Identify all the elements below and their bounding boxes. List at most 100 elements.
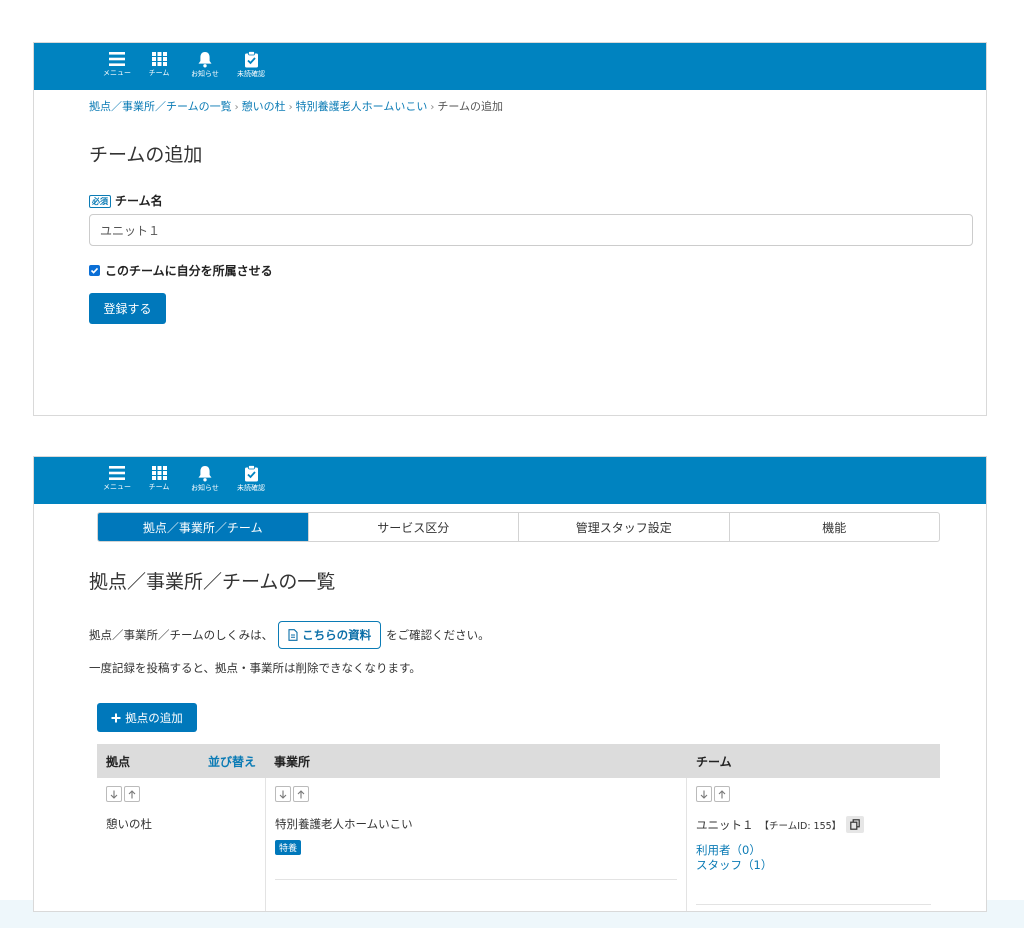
arrow-up-icon <box>297 789 305 798</box>
join-team-checkbox[interactable] <box>89 265 100 276</box>
arrow-up-icon <box>718 789 726 798</box>
nav-team-label: チーム <box>148 69 170 77</box>
nav-notifications-label: お知らせ <box>191 70 219 78</box>
grid-icon <box>151 466 167 480</box>
team-reorder-buttons <box>696 786 931 802</box>
tab-service-category[interactable]: サービス区分 <box>307 513 519 541</box>
nav-unread-label: 未読確認 <box>237 70 265 78</box>
tab-features[interactable]: 機能 <box>728 513 940 541</box>
table-header: 拠点 並び替え 事業所 チーム <box>97 744 940 778</box>
breadcrumb: 拠点／事業所／チームの一覧 › 憩いの杜 › 特別養護老人ホームいこい › チームの追加 <box>89 98 503 114</box>
settings-tabs: 拠点／事業所／チーム サービス区分 管理スタッフ設定 機能 <box>97 512 940 542</box>
add-team-panel: メニュー チーム お知らせ 未読確認 拠点／事業所／チームの一覧 › 憩いの杜 › 特別… <box>33 42 987 416</box>
team-divider <box>696 904 931 905</box>
move-down-button[interactable] <box>106 786 122 802</box>
base-reorder-buttons <box>106 786 256 802</box>
clipboard-check-icon <box>244 51 258 68</box>
nav-unread[interactable]: 未読確認 <box>234 51 268 79</box>
nav-menu[interactable]: メニュー <box>100 465 134 492</box>
breadcrumb-list-link[interactable]: 拠点／事業所／チームの一覧 <box>89 100 232 113</box>
move-up-button[interactable] <box>293 786 309 802</box>
menu-icon <box>109 466 125 480</box>
info-line: 拠点／事業所／チームのしくみは、 こちらの資料 をご確認ください。 <box>89 621 490 649</box>
team-links: 利用者（0） スタッフ（1） <box>696 843 931 873</box>
arrow-down-icon <box>700 790 708 799</box>
add-base-button[interactable]: 拠点の追加 <box>97 703 197 732</box>
copy-team-id-button[interactable] <box>846 816 865 833</box>
sort-link[interactable]: 並び替え <box>208 753 256 770</box>
move-up-button[interactable] <box>124 786 140 802</box>
info-prefix: 拠点／事業所／チームのしくみは、 <box>89 628 274 642</box>
office-divider <box>275 879 677 880</box>
breadcrumb-office-link[interactable]: 特別養護老人ホームいこい <box>296 100 428 113</box>
copy-icon <box>850 819 860 830</box>
nav-team[interactable]: チーム <box>142 465 176 492</box>
nav-menu-label: メニュー <box>103 483 131 491</box>
bell-icon <box>198 466 212 482</box>
base-office-team-table: 拠点 並び替え 事業所 チーム 憩いの杜 特別養護老人ホームいこい 特養 ユニッ… <box>97 744 940 911</box>
breadcrumb-current: チームの追加 <box>437 100 504 113</box>
team-name-label: 必須 チーム名 <box>89 192 163 209</box>
join-team-checkbox-label: このチームに自分を所属させる <box>105 264 273 278</box>
delete-notice: 一度記録を投稿すると、拠点・事業所は削除できなくなります。 <box>89 661 421 675</box>
breadcrumb-separator: › <box>430 102 435 113</box>
nav-team-label: チーム <box>148 483 170 491</box>
breadcrumb-base-link[interactable]: 憩いの杜 <box>242 100 286 113</box>
page-title: チームの追加 <box>89 144 203 166</box>
office-name: 特別養護老人ホームいこい <box>275 817 413 831</box>
nav-unread[interactable]: 未読確認 <box>234 465 268 493</box>
clipboard-check-icon <box>244 465 258 482</box>
menu-icon <box>109 52 125 66</box>
team-name-input[interactable] <box>89 214 973 246</box>
team-name-label-text: チーム名 <box>115 194 163 208</box>
base-name: 憩いの杜 <box>106 817 152 831</box>
team-id: 【チームID: 155】 <box>759 820 842 832</box>
team-line: ユニット１ 【チームID: 155】 <box>696 816 931 833</box>
top-nav-bar: メニュー チーム お知らせ 未読確認 <box>34 457 986 504</box>
team-name: ユニット１ <box>696 817 754 832</box>
nav-team[interactable]: チーム <box>142 51 176 78</box>
base-cell: 憩いの杜 <box>97 778 265 911</box>
move-up-button[interactable] <box>714 786 730 802</box>
nav-notifications[interactable]: お知らせ <box>188 51 222 79</box>
info-suffix: をご確認ください。 <box>386 628 490 642</box>
breadcrumb-separator: › <box>234 102 239 113</box>
bell-icon <box>198 52 212 68</box>
move-down-button[interactable] <box>275 786 291 802</box>
header-team: チーム <box>696 754 732 769</box>
document-link-button[interactable]: こちらの資料 <box>278 621 382 649</box>
grid-icon <box>151 52 167 66</box>
move-down-button[interactable] <box>696 786 712 802</box>
office-cell: 特別養護老人ホームいこい 特養 <box>265 778 687 911</box>
staff-link[interactable]: スタッフ（1） <box>696 858 931 873</box>
nav-notifications[interactable]: お知らせ <box>188 465 222 493</box>
header-office: 事業所 <box>274 754 311 769</box>
header-base: 拠点 <box>106 754 131 769</box>
team-cell: ユニット１ 【チームID: 155】 利用者（0） スタッフ（1） <box>687 778 940 911</box>
table-row: 憩いの杜 特別養護老人ホームいこい 特養 ユニット１ 【チームID: 155】 … <box>97 778 940 911</box>
arrow-up-icon <box>128 789 136 798</box>
office-reorder-buttons <box>275 786 677 802</box>
users-link[interactable]: 利用者（0） <box>696 843 931 858</box>
top-nav-bar: メニュー チーム お知らせ 未読確認 <box>34 43 986 90</box>
header-base-cell: 拠点 並び替え <box>97 744 265 778</box>
join-team-checkbox-row[interactable]: このチームに自分を所属させる <box>89 262 273 279</box>
office-type-badge: 特養 <box>275 840 302 855</box>
tab-base-office-team[interactable]: 拠点／事業所／チーム <box>98 513 308 541</box>
add-base-label: 拠点の追加 <box>125 710 183 725</box>
nav-menu-label: メニュー <box>103 69 131 77</box>
breadcrumb-separator: › <box>288 102 293 113</box>
nav-menu[interactable]: メニュー <box>100 51 134 78</box>
arrow-down-icon <box>279 790 287 799</box>
required-badge: 必須 <box>89 195 111 208</box>
document-icon <box>288 629 298 641</box>
nav-unread-label: 未読確認 <box>237 484 265 492</box>
base-office-team-list-panel: メニュー チーム お知らせ 未読確認 拠点／事業所／チーム サービス区分 管理ス… <box>33 456 987 912</box>
tab-admin-staff-settings[interactable]: 管理スタッフ設定 <box>518 513 729 541</box>
checkmark-icon <box>90 267 99 274</box>
nav-notifications-label: お知らせ <box>191 484 219 492</box>
document-link-label: こちらの資料 <box>302 628 372 642</box>
plus-icon <box>111 713 121 722</box>
register-button[interactable]: 登録する <box>89 293 166 324</box>
page-title: 拠点／事業所／チームの一覧 <box>89 571 336 593</box>
